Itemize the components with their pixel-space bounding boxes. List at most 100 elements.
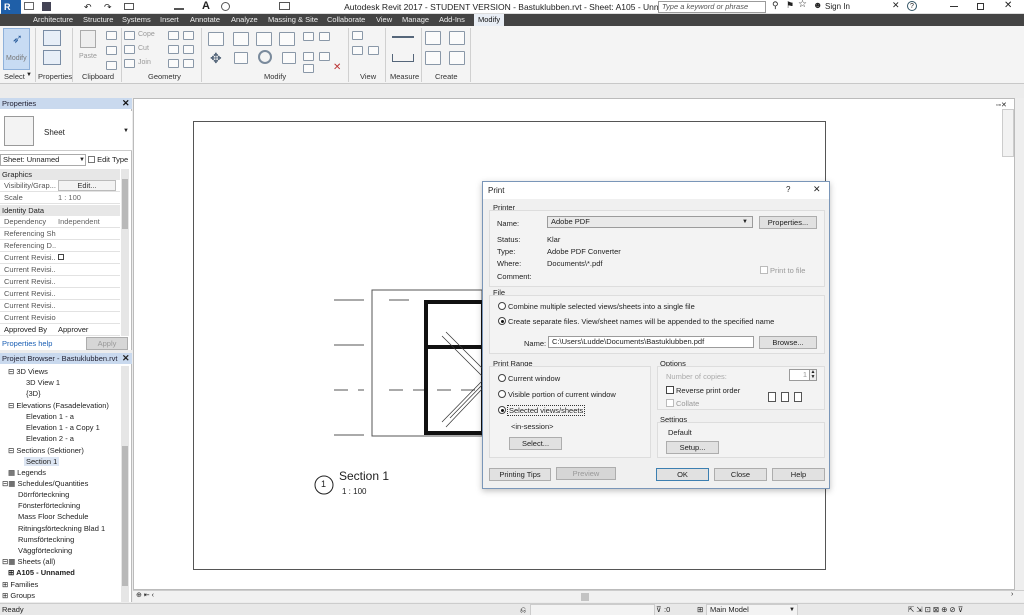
tree-item[interactable]: Rumsförteckning [18, 535, 74, 544]
create-assembly-icon[interactable] [425, 31, 441, 45]
restore-icon[interactable] [977, 3, 984, 10]
properties-scrollbar[interactable] [121, 169, 129, 336]
selected-views-radio[interactable] [498, 406, 506, 414]
star-icon[interactable]: ☆ [798, 0, 807, 10]
help-button[interactable]: Help [772, 468, 825, 481]
demolish-icon[interactable] [183, 45, 194, 54]
tree-item[interactable]: ⊟ Elevations (Fasadelevation) [8, 401, 109, 410]
help-icon[interactable]: ? [907, 1, 917, 11]
offset-icon[interactable] [233, 32, 249, 46]
tab-manage[interactable]: Manage [402, 15, 429, 24]
property-row[interactable]: Current Revisi... [0, 264, 120, 276]
property-row[interactable]: Approved By Approver [0, 324, 120, 336]
dialog-close-icon[interactable]: ✕ [813, 184, 821, 195]
printer-properties-button[interactable]: Properties... [759, 216, 817, 229]
worksets-icon[interactable]: ⎌ [520, 604, 526, 615]
view-window-controls[interactable]: ▫▫✕ [996, 101, 1007, 109]
tree-item[interactable]: Elevation 1 - a [26, 412, 74, 421]
tree-item[interactable]: Dörrförteckning [18, 490, 69, 499]
apply-button[interactable]: Apply [86, 337, 128, 350]
cut-geometry-icon[interactable] [124, 45, 135, 54]
collate-checkbox[interactable] [666, 399, 674, 407]
search-icon[interactable]: ⚲ [772, 0, 779, 11]
scale-icon[interactable] [303, 52, 314, 61]
expand-icon[interactable]: ⊞ [8, 568, 16, 577]
trim-icon[interactable] [282, 52, 296, 64]
create-similar-icon[interactable] [449, 51, 465, 65]
tree-item[interactable]: ▦ Legends [8, 468, 46, 477]
mirror-axis-icon[interactable] [256, 32, 272, 46]
override-graphics-icon[interactable] [352, 31, 363, 40]
tab-architecture[interactable]: Architecture [33, 15, 73, 24]
hide-icon[interactable] [352, 46, 363, 55]
copies-spinner[interactable]: ▲ ▼ [809, 369, 817, 381]
type-selector[interactable]: Sheet ▼ [0, 111, 132, 151]
horizontal-scroll-thumb[interactable] [581, 593, 589, 601]
delete-icon[interactable]: ✕ [333, 62, 341, 73]
tree-item[interactable]: Fönsterförteckning [18, 501, 80, 510]
instance-selector[interactable]: Sheet: Unnamed ▼ [0, 154, 86, 166]
cope-icon[interactable] [124, 31, 135, 40]
design-option-select[interactable]: Main Model ▼ [706, 604, 798, 615]
search-input[interactable]: Type a keyword or phrase [658, 1, 766, 13]
minimize-icon[interactable] [950, 6, 958, 7]
close-button[interactable]: Close [714, 468, 767, 481]
tab-structure[interactable]: Structure [83, 15, 113, 24]
separate-files-radio[interactable] [498, 317, 506, 325]
tree-item[interactable]: ⊞ A105 - Unnamed [8, 568, 75, 577]
chevron-down-icon[interactable]: ▼ [26, 72, 32, 78]
copy-element-icon[interactable] [234, 52, 248, 64]
properties-help-link[interactable]: Properties help [2, 339, 52, 348]
move-icon[interactable]: ✥ [210, 50, 222, 67]
property-row[interactable]: Current Revisi... [0, 252, 120, 264]
join-label[interactable]: Join [138, 59, 151, 66]
linework-icon[interactable] [368, 46, 379, 55]
tree-item[interactable]: ⊞ Families [2, 580, 38, 589]
exchange-icon[interactable]: ✕ [892, 0, 900, 11]
match-icon[interactable] [106, 61, 117, 70]
scroll-thumb[interactable] [122, 179, 128, 229]
sign-in-link[interactable]: Sign In [825, 2, 850, 11]
remove-paint-icon[interactable] [183, 59, 194, 68]
cope-label[interactable]: Cope [138, 31, 155, 38]
collapse-icon[interactable]: ⊟▦ [2, 557, 17, 566]
current-window-radio[interactable] [498, 374, 506, 382]
user-icon[interactable]: ☻ [813, 0, 822, 10]
design-options-icon[interactable]: ⊞ [697, 604, 703, 615]
canvas-right-scrollbar[interactable] [1015, 98, 1024, 590]
dialog-help-button[interactable]: ? [786, 185, 790, 194]
copies-input[interactable]: 1 [789, 369, 811, 381]
combine-radio[interactable] [498, 302, 506, 310]
print-to-file-checkbox[interactable] [760, 266, 768, 274]
paint-icon[interactable] [168, 31, 179, 40]
navigation-bar[interactable] [1002, 109, 1014, 157]
cut-label[interactable]: Cut [138, 45, 149, 52]
preview-button[interactable]: Preview [556, 467, 616, 480]
create-group-icon[interactable] [425, 51, 441, 65]
rotate-icon[interactable] [258, 50, 272, 64]
property-row[interactable]: Visibility/Grap... Edit... [0, 180, 120, 192]
property-row[interactable]: Referencing Sh... [0, 228, 120, 240]
close-icon[interactable]: ✕ [1004, 0, 1012, 11]
visible-portion-radio[interactable] [498, 390, 506, 398]
tab-modify[interactable]: Modify [474, 14, 505, 26]
browse-button[interactable]: Browse... [759, 336, 817, 349]
tree-item[interactable]: Ritningsförteckning Blad 1 [18, 524, 105, 533]
property-row[interactable]: Current Revisi... [0, 288, 120, 300]
tree-item[interactable]: Elevation 2 - a [26, 434, 74, 443]
tree-item[interactable]: ⊟ Sections (Sektioner) [8, 446, 84, 455]
view-control-icons[interactable]: ⊕ ⇤ ‹ [136, 591, 154, 599]
close-icon[interactable]: ✕ [122, 353, 130, 364]
tab-annotate[interactable]: Annotate [190, 15, 220, 24]
tree-item[interactable]: 3D View 1 [26, 378, 60, 387]
subscription-icon[interactable]: ⚑ [786, 0, 794, 11]
collapse-icon[interactable]: ⊟▦ [2, 479, 17, 488]
dimension-icon[interactable] [392, 54, 414, 62]
cut-clip-icon[interactable] [106, 46, 117, 55]
mirror-draw-icon[interactable] [279, 32, 295, 46]
copy-icon[interactable] [106, 31, 117, 40]
tree-item[interactable]: Mass Floor Schedule [18, 512, 88, 521]
edit-type-button[interactable]: Edit Type [88, 154, 132, 166]
scroll-thumb[interactable] [122, 446, 128, 586]
split-face-icon[interactable] [183, 31, 194, 40]
